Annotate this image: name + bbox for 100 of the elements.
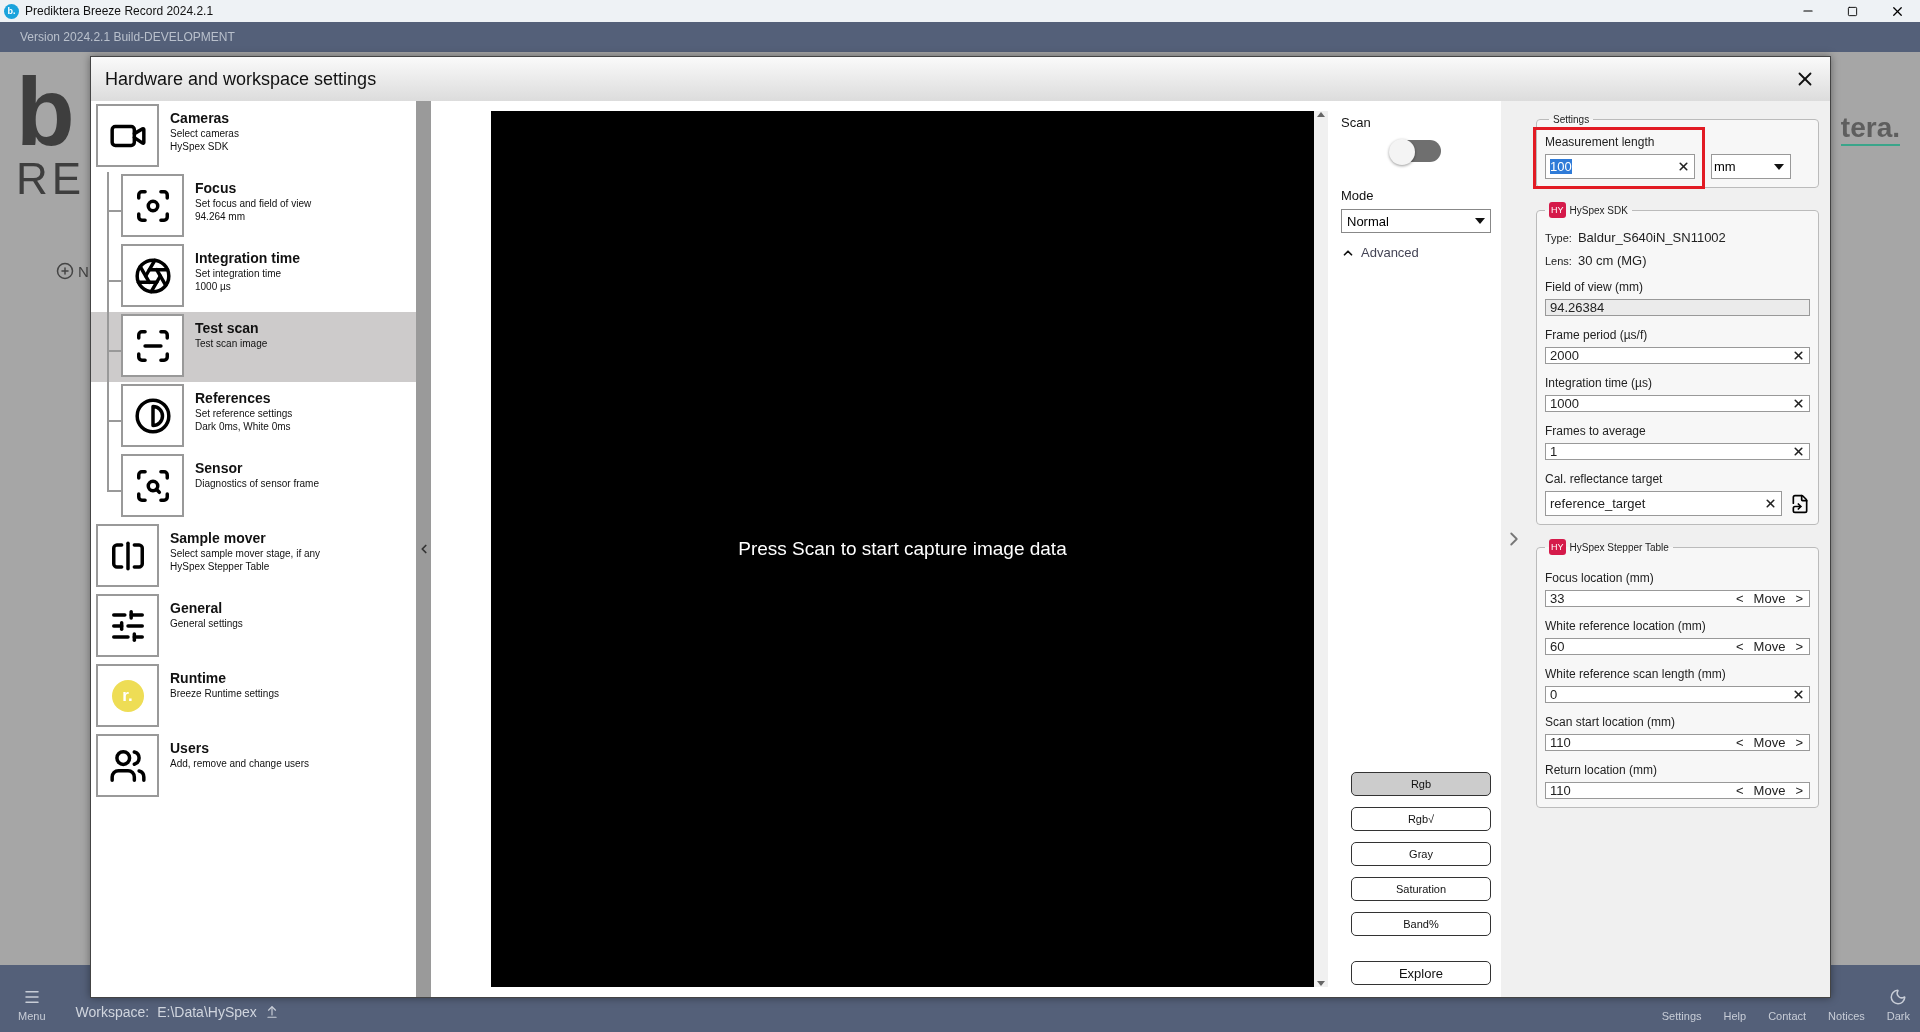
nav-item[interactable]: r. Runtime Breeze Runtime settings [91, 662, 416, 732]
maximize-icon [1847, 5, 1858, 17]
text-field[interactable]: reference_target [1545, 491, 1782, 516]
text-field[interactable]: 110 < Move > [1545, 782, 1810, 799]
previous-button[interactable]: < [1734, 783, 1746, 798]
view-mode-button[interactable]: Rgb√ [1351, 807, 1491, 831]
text-field[interactable]: 110 < Move > [1545, 734, 1810, 751]
nav-item[interactable]: Cameras Select cameras HySpex SDK [91, 102, 416, 172]
mode-dropdown[interactable]: Normal [1341, 209, 1491, 233]
nav-title: Focus [195, 180, 238, 196]
clear-icon[interactable] [1792, 445, 1805, 458]
clear-icon[interactable] [1764, 497, 1777, 510]
nav-title: Users [170, 740, 210, 756]
text-field[interactable]: 0 [1545, 686, 1810, 703]
next-button[interactable]: > [1793, 591, 1805, 606]
mode-label: Mode [1341, 188, 1375, 203]
toolbar-button[interactable]: Help [1723, 1010, 1747, 1022]
window-title: Prediktera Breeze Record 2024.2.1 [25, 4, 214, 18]
info-value: 30 cm (MG) [1577, 253, 1647, 268]
file-icon[interactable] [1790, 493, 1810, 514]
app-logo: b. [4, 3, 19, 19]
nav-title: General [170, 600, 224, 616]
move-button[interactable]: Move [1745, 639, 1794, 654]
field-label: Integration time (µs) [1545, 376, 1653, 390]
clear-icon[interactable] [1792, 688, 1805, 701]
explore-button[interactable]: Explore [1351, 961, 1491, 985]
view-mode-button[interactable]: Rgb [1351, 772, 1491, 796]
device-badge: HY [1549, 539, 1566, 555]
nav-item[interactable]: Users Add, remove and change users [91, 732, 416, 802]
previous-button[interactable]: < [1734, 735, 1746, 750]
menu-button[interactable]: Menu [18, 988, 46, 1022]
field-label: Measurement length [1545, 135, 1656, 149]
nav-item-selected[interactable]: Test scan Test scan image [91, 312, 416, 382]
nav-title: Runtime [170, 670, 227, 686]
scan-toggle[interactable] [1391, 140, 1441, 162]
text-field[interactable]: 100 [1545, 154, 1695, 179]
next-button[interactable]: > [1793, 735, 1805, 750]
nav-description: Diagnostics of sensor frame [195, 478, 319, 489]
field-label: White reference location (mm) [1545, 619, 1707, 633]
nav-description: Select sample mover stage, if any [170, 548, 321, 559]
scroll-up-icon[interactable] [1317, 111, 1325, 117]
previous-button[interactable]: < [1734, 639, 1746, 654]
move-button[interactable]: Move [1745, 591, 1794, 606]
toolbar-button[interactable]: Notices [1828, 1010, 1865, 1022]
field-label: Field of view (mm) [1545, 280, 1644, 294]
nav-description: Breeze Runtime settings [170, 688, 279, 699]
theme-button[interactable]: Dark [1886, 988, 1910, 1022]
nav-description: Test scan image [195, 338, 268, 349]
group-title: HySpex SDK [1569, 204, 1628, 216]
text-field[interactable]: 1 [1545, 443, 1810, 460]
moon-icon [1889, 988, 1908, 1006]
workspace-label: Workspace: [75, 1004, 150, 1020]
nav-item[interactable]: Sample mover Select sample mover stage, if any HySpex Stepper Table [91, 522, 416, 592]
move-button[interactable]: Move [1745, 783, 1794, 798]
clear-icon[interactable] [1792, 397, 1805, 410]
nav-description: 1000 µs [195, 281, 232, 292]
field-label: Scan start location (mm) [1545, 715, 1677, 729]
view-mode-button[interactable]: Band% [1351, 912, 1491, 936]
clear-icon[interactable] [1677, 160, 1690, 173]
nav-item[interactable]: Focus Set focus and field of view 94.264 mm [91, 172, 416, 242]
text-field[interactable]: 60 < Move > [1545, 638, 1810, 655]
view-mode-button[interactable]: Saturation [1351, 877, 1491, 901]
nav-description: Add, remove and change users [170, 758, 309, 769]
nav-description: 94.264 mm [195, 211, 247, 222]
clear-icon[interactable] [1792, 349, 1805, 362]
nav-description: Dark 0ms, White 0ms [195, 421, 292, 432]
caret-icon [1774, 163, 1784, 170]
nav-description: Set integration time [195, 268, 283, 279]
nav-item[interactable]: Integration time Set integration time 1000 µs [91, 242, 416, 312]
nav-item[interactable]: General General settings [91, 592, 416, 662]
field-label: White reference scan length (mm) [1545, 667, 1727, 681]
scroll-down-icon[interactable] [1317, 981, 1325, 987]
field-label: Return location (mm) [1545, 763, 1659, 777]
brand-logo-text: tera. [1840, 112, 1900, 146]
text-field[interactable]: 2000 [1545, 347, 1810, 364]
add-icon[interactable] [56, 262, 74, 280]
toolbar-button[interactable]: Contact [1768, 1010, 1807, 1022]
nav-description: HySpex SDK [170, 141, 230, 152]
text-field[interactable]: 33 < Move > [1545, 590, 1810, 607]
next-button[interactable]: > [1793, 639, 1805, 654]
info-label: Type: [1545, 232, 1572, 244]
unit-dropdown[interactable]: mm [1711, 154, 1791, 179]
group-title: HySpex Stepper Table [1569, 541, 1669, 553]
move-button[interactable]: Move [1745, 735, 1794, 750]
toolbar-button[interactable]: Settings [1661, 1010, 1702, 1022]
nav-title: Test scan [195, 320, 260, 336]
previous-button[interactable]: < [1734, 591, 1746, 606]
next-button[interactable]: > [1793, 783, 1805, 798]
caret-icon [1475, 218, 1485, 224]
nav-description: Set reference settings [195, 408, 293, 419]
nav-title: References [195, 390, 272, 406]
workspace-path: E:\Data\HySpex [157, 1004, 257, 1020]
advanced-toggle[interactable]: Advanced [1341, 245, 1491, 260]
nav-item[interactable]: Sensor Diagnostics of sensor frame [91, 452, 416, 522]
nav-title: Sensor [195, 460, 244, 476]
nav-icon [133, 256, 172, 295]
nav-item[interactable]: References Set reference settings Dark 0ms, White 0ms [91, 382, 416, 452]
scrollbar[interactable] [1314, 111, 1328, 987]
view-mode-button[interactable]: Gray [1351, 842, 1491, 866]
text-field[interactable]: 1000 [1545, 395, 1810, 412]
